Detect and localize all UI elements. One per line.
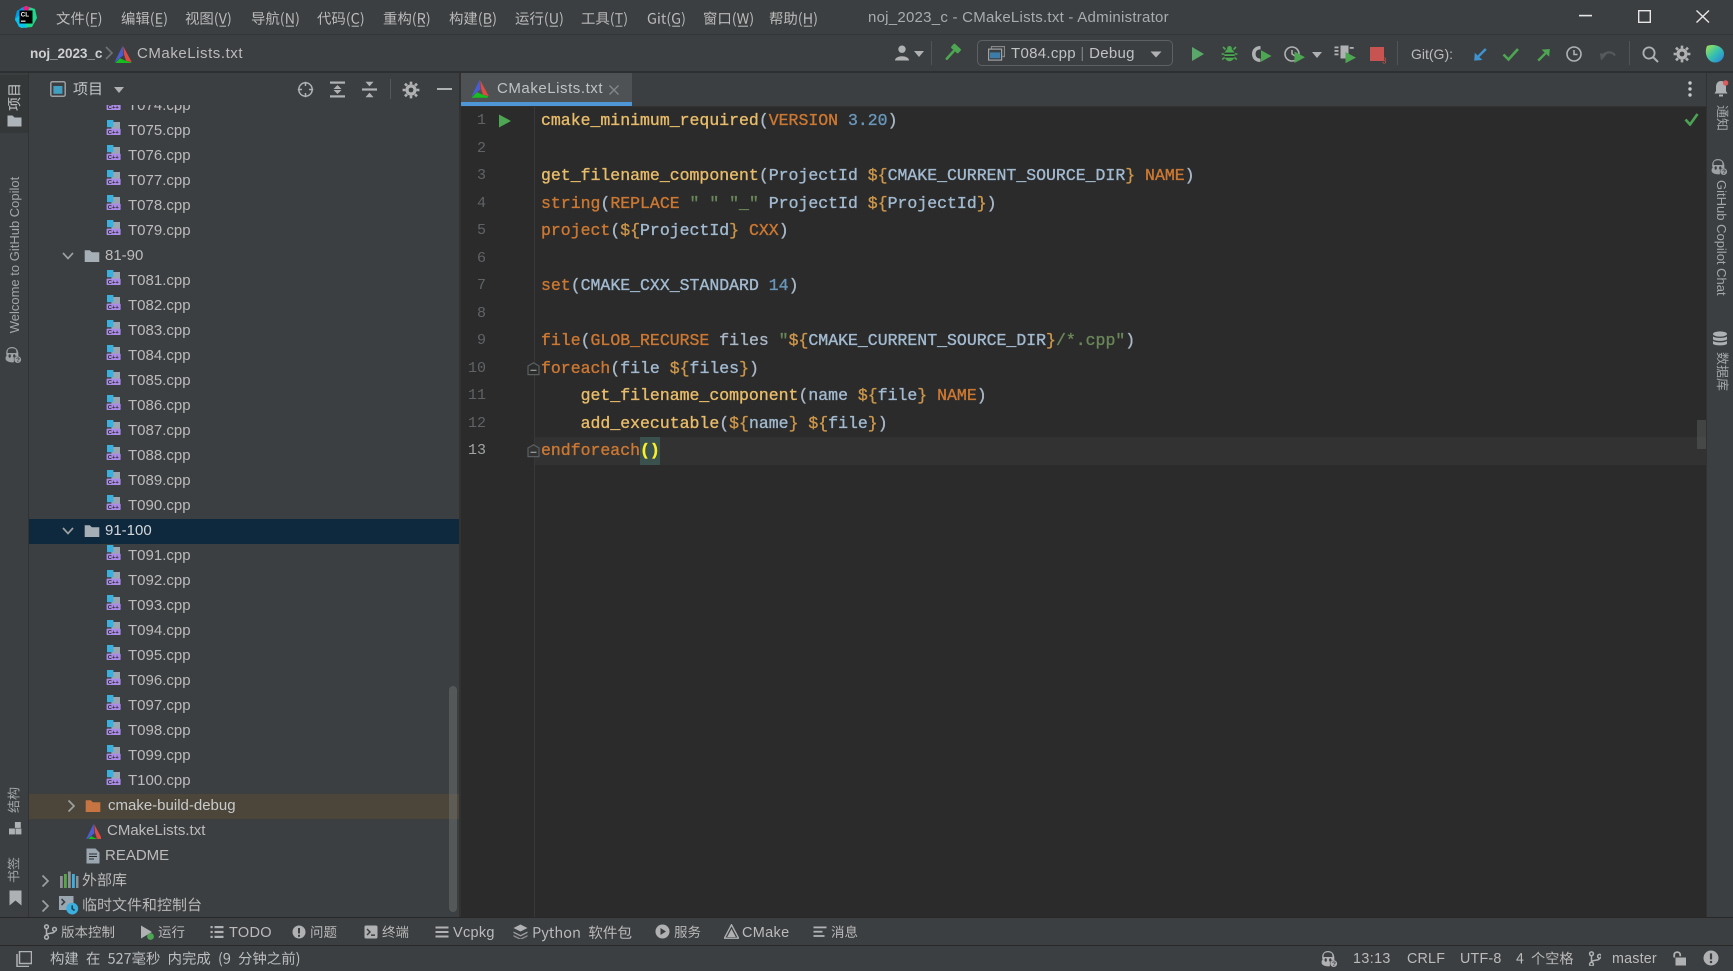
svg-text:C++: C++ — [108, 480, 120, 485]
svg-text:C++: C++ — [108, 330, 120, 335]
svg-text:CL: CL — [21, 12, 29, 19]
svg-text:C++: C++ — [108, 230, 120, 235]
svg-text:C++: C++ — [108, 605, 120, 610]
svg-text:C++: C++ — [108, 205, 120, 210]
svg-text:C++: C++ — [108, 755, 120, 760]
svg-text:?: ? — [1722, 169, 1726, 176]
svg-text:C++: C++ — [108, 505, 120, 510]
svg-text:C++: C++ — [108, 555, 120, 560]
svg-text:C++: C++ — [108, 680, 120, 685]
svg-text:C++: C++ — [108, 405, 120, 410]
svg-text:C++: C++ — [108, 730, 120, 735]
svg-text:C++: C++ — [108, 355, 120, 360]
svg-text:C++: C++ — [108, 430, 120, 435]
svg-text:C++: C++ — [108, 655, 120, 660]
svg-text:?: ? — [16, 357, 20, 364]
svg-text:C++: C++ — [108, 280, 120, 285]
svg-text:C++: C++ — [108, 705, 120, 710]
svg-text:C++: C++ — [108, 155, 120, 160]
svg-text:C++: C++ — [108, 580, 120, 585]
svg-text:C++: C++ — [108, 180, 120, 185]
svg-text:C++: C++ — [108, 130, 120, 135]
svg-text:C++: C++ — [108, 630, 120, 635]
svg-text:C++: C++ — [108, 455, 120, 460]
svg-text:C++: C++ — [108, 305, 120, 310]
svg-text:?: ? — [1332, 961, 1336, 967]
svg-text:3: 3 — [1382, 57, 1387, 65]
svg-text:C++: C++ — [108, 380, 120, 385]
svg-text:C++: C++ — [108, 780, 120, 785]
svg-text:C++: C++ — [108, 105, 120, 110]
